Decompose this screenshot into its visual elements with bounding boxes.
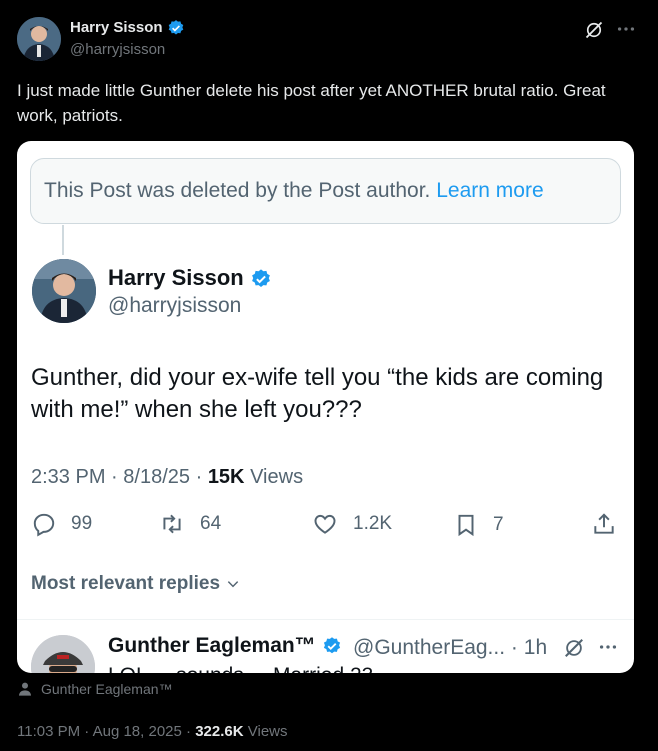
verified-badge-icon: [323, 637, 340, 654]
verified-badge-icon: [168, 20, 183, 35]
quoted-time: 2:33 PM: [31, 466, 106, 488]
share-icon: [594, 513, 614, 534]
deleted-post-text: This Post was deleted by the Post author…: [44, 179, 431, 202]
separator: ·: [195, 466, 203, 488]
quoted-name-text: Harry Sisson: [108, 265, 244, 290]
like-count: 1.2K: [353, 513, 393, 534]
reply-handle-text: @GuntherEag...: [353, 636, 506, 659]
verified-badge-icon: [251, 269, 270, 288]
most-relevant-label: Most relevant replies: [31, 573, 221, 594]
thread-line: [62, 225, 64, 255]
tweet-date[interactable]: Aug 18, 2025: [93, 723, 182, 740]
reply-name-text: Gunther Eagleman™: [108, 634, 316, 657]
author-name-text[interactable]: Harry Sisson: [70, 19, 163, 36]
reply-avatar: [31, 635, 95, 673]
heart-icon: [314, 514, 336, 534]
tagged-user[interactable]: Gunther Eagleman™: [17, 681, 173, 697]
grok-icon[interactable]: [584, 20, 604, 40]
reply-text: LOL ... sounds ... Married 23...: [108, 664, 391, 673]
reply-action: 99: [31, 511, 92, 537]
quoted-author-name: Harry Sisson: [108, 265, 272, 291]
repost-count: 64: [200, 513, 222, 534]
views-count: 322.6K: [195, 723, 244, 740]
like-action: 1.2K: [311, 511, 392, 537]
divider: [17, 619, 634, 620]
quoted-avatar: [32, 259, 96, 323]
tweet-meta: 11:03 PM · Aug 18, 2025 · 322.6K Views: [17, 723, 288, 740]
quoted-views-count: 15K: [207, 466, 245, 488]
quoted-author-handle: @harryjsisson: [108, 294, 242, 317]
reply-author-name: Gunther Eagleman™: [108, 634, 342, 658]
person-icon: [19, 682, 31, 696]
quoted-tweet-meta: 2:33 PM · 8/18/25 · 15K Views: [31, 466, 303, 489]
quoted-tweet-text: Gunther, did your ex-wife tell you “the …: [31, 364, 604, 423]
deleted-post-notice: This Post was deleted by the Post author…: [30, 158, 621, 224]
grok-icon: [563, 637, 585, 659]
more-options-icon: [597, 636, 619, 658]
most-relevant-replies: Most relevant replies: [31, 573, 241, 595]
share-action: [591, 511, 617, 537]
reply-time: 1h: [523, 636, 548, 659]
separator: ·: [111, 466, 118, 488]
learn-more-link: Learn more: [436, 179, 544, 202]
separator: ·: [186, 723, 192, 740]
reply-author-handle: @GuntherEag... · 1h: [353, 636, 547, 660]
bookmark-action: 7: [453, 511, 504, 539]
chevron-down-icon: [228, 581, 239, 588]
views-label: Views: [247, 723, 288, 740]
quoted-date: 8/18/25: [123, 466, 191, 488]
author-name[interactable]: Harry Sisson: [70, 19, 185, 37]
bookmark-icon: [458, 514, 474, 537]
tweet-text: I just made little Gunther delete his po…: [17, 81, 606, 125]
author-avatar[interactable]: [17, 17, 61, 61]
bookmark-count: 7: [493, 514, 504, 535]
separator: ·: [510, 636, 518, 659]
more-options-icon[interactable]: [615, 18, 637, 40]
tagged-user-name[interactable]: Gunther Eagleman™: [41, 681, 173, 697]
repost-action: 64: [158, 511, 221, 537]
author-handle[interactable]: @harryjsisson: [70, 41, 165, 58]
tweet-time[interactable]: 11:03 PM: [17, 723, 80, 740]
quoted-views-label: Views: [250, 466, 304, 488]
reply-icon: [33, 513, 55, 537]
repost-icon: [163, 514, 181, 534]
separator: ·: [84, 723, 90, 740]
embedded-image[interactable]: This Post was deleted by the Post author…: [17, 141, 634, 673]
reply-count: 99: [71, 513, 93, 534]
